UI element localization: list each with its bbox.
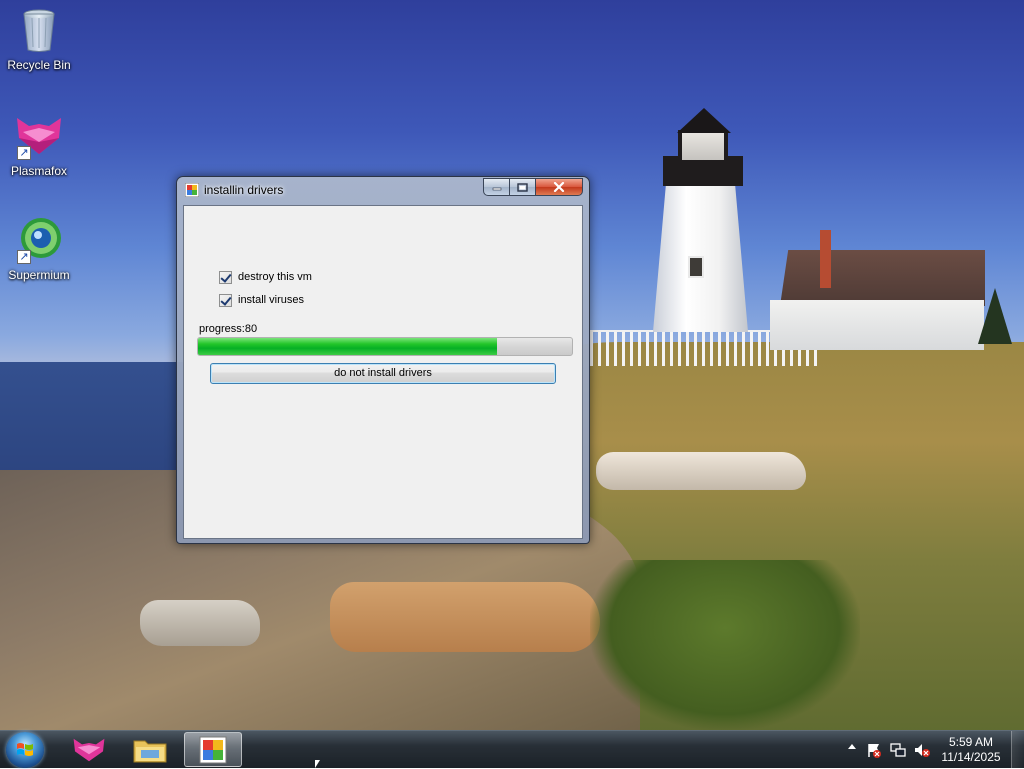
network-icon[interactable] [890, 742, 906, 758]
supermium-icon: ↗ [15, 216, 63, 264]
winforms-app-icon [199, 736, 227, 764]
desktop-icon-label: Plasmafox [10, 164, 68, 178]
action-center-flag-icon[interactable] [866, 742, 882, 758]
do-not-install-drivers-button[interactable]: do not install drivers [210, 363, 556, 384]
checkbox-checked[interactable] [219, 293, 232, 307]
progress-label: progress:80 [199, 323, 258, 335]
taskbar-installin-drivers[interactable] [184, 732, 242, 767]
progress-bar [197, 337, 573, 356]
taskbar: 5:59 AM 11/14/2025 [0, 730, 1024, 768]
show-hidden-icons-button[interactable] [848, 744, 856, 749]
close-button[interactable] [536, 178, 583, 196]
desktop-icon-label: Recycle Bin [7, 58, 71, 72]
wallpaper-lighthouse-lantern [678, 130, 728, 160]
wallpaper-house [770, 300, 984, 350]
wallpaper-bush [590, 560, 860, 730]
folder-icon [133, 740, 167, 763]
windows-logo-icon [17, 743, 33, 756]
wallpaper-lighthouse-roof [677, 108, 731, 133]
wallpaper-house-roof [780, 250, 985, 306]
desktop-icon-supermium[interactable]: ↗ Supermium [0, 216, 78, 282]
desktop-icon-plasmafox[interactable]: ↗ Plasmafox [0, 112, 78, 178]
taskbar-plasmafox[interactable] [60, 732, 118, 767]
checkbox-label: destroy this vm [238, 271, 312, 283]
clock-time: 5:59 AM [948, 735, 994, 749]
minimize-button[interactable] [483, 178, 510, 196]
checkbox-install-viruses[interactable]: install viruses [219, 292, 304, 308]
mouse-cursor [315, 760, 320, 768]
checkbox-destroy-vm[interactable]: destroy this vm [219, 269, 312, 285]
installin-drivers-window: installin drivers destroy this vm instal… [176, 176, 590, 544]
wallpaper-lighthouse-window [688, 256, 704, 278]
wallpaper-lighthouse-gallery [663, 156, 743, 186]
checkbox-checked[interactable] [219, 270, 232, 284]
start-button[interactable] [6, 732, 44, 768]
checkbox-label: install viruses [238, 294, 305, 306]
shortcut-arrow-icon: ↗ [17, 250, 31, 264]
show-desktop-button[interactable] [1011, 731, 1024, 768]
wallpaper-rock [140, 600, 260, 646]
wallpaper-rock [330, 582, 600, 652]
system-tray: 5:59 AM 11/14/2025 [844, 731, 1024, 769]
taskbar-explorer[interactable] [121, 732, 179, 767]
minimize-icon [492, 187, 501, 191]
desktop-icon-label: Supermium [8, 268, 70, 282]
recycle-bin-icon [15, 6, 63, 54]
taskbar-clock[interactable]: 5:59 AM 11/14/2025 [936, 735, 1006, 765]
winforms-app-icon [185, 183, 199, 197]
maximize-button[interactable] [510, 178, 536, 196]
shortcut-arrow-icon: ↗ [17, 146, 31, 160]
close-icon [553, 182, 565, 192]
maximize-icon [517, 182, 528, 192]
wallpaper-chimney [820, 230, 831, 288]
progress-bar-fill [198, 338, 498, 355]
window-titlebar[interactable]: installin drivers [177, 177, 589, 204]
plasmafox-icon [73, 738, 105, 762]
desktop: Recycle Bin ↗ Plasmafox ↗ Supermium inst… [0, 0, 1024, 730]
volume-muted-icon[interactable] [914, 742, 930, 758]
caption-buttons [483, 178, 583, 196]
window-client-area: destroy this vm install viruses progress… [183, 205, 583, 539]
desktop-icon-recycle-bin[interactable]: Recycle Bin [0, 6, 78, 72]
window-title: installin drivers [204, 183, 284, 197]
plasmafox-icon: ↗ [15, 112, 63, 160]
clock-date: 11/14/2025 [941, 750, 1001, 764]
wallpaper-rock [596, 452, 806, 490]
